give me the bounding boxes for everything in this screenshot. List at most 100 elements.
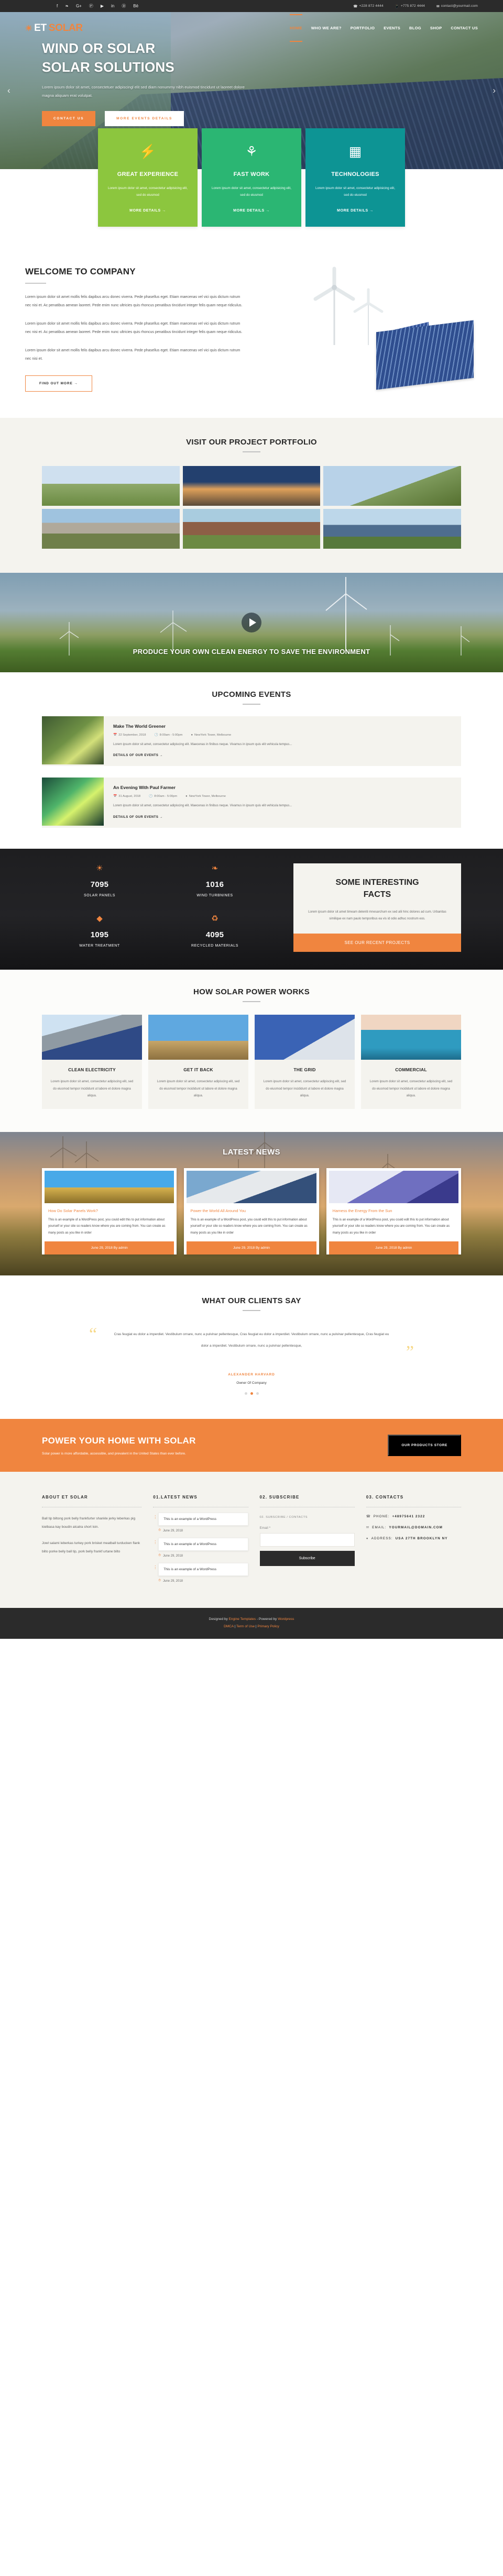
legal-links: DMCA | Term of Use | Primary Policy	[224, 1625, 279, 1629]
title-underline	[243, 1001, 260, 1003]
subscribe-button[interactable]: Subscribe	[259, 1551, 355, 1567]
portfolio-section: Visit Our Project Portfolio	[0, 417, 503, 573]
nav-item-portfolio[interactable]: PORTFOLIO	[351, 20, 375, 36]
products-store-button[interactable]: Our Products Store	[388, 1435, 461, 1457]
news-card-excerpt: This is an example of a WordPress post, …	[190, 1218, 308, 1235]
top-email[interactable]: ✉ contact@yourmail.com	[436, 4, 478, 8]
site-footer: About ET Solar Ball tip biltong pork bel…	[0, 1472, 503, 1608]
testimonial-dot[interactable]	[244, 1392, 247, 1395]
news-card-meta[interactable]: June 29, 2018 By admin	[45, 1241, 174, 1254]
recycle-icon: ♻	[211, 914, 218, 923]
google-plus-icon[interactable]: G+	[76, 4, 82, 8]
news-card-title[interactable]: How Do Solar Panels Work?	[48, 1208, 170, 1213]
footer-news-heading: 01.Latest News	[153, 1495, 198, 1500]
news-card[interactable]: Harness the Energy From the Sun This is a…	[326, 1168, 461, 1254]
footer-news-list: This is an example of a WordPress ⏱June 2…	[153, 1513, 248, 1583]
news-card[interactable]: How Do Solar Panels Work? This is an exam…	[42, 1168, 177, 1254]
youtube-icon[interactable]: ▶	[101, 4, 104, 8]
events-section: Upcoming Events Make The World Greener 📅 2…	[0, 672, 503, 849]
contact-us-button[interactable]: Contact Us	[42, 111, 96, 127]
event-details-link[interactable]: DETAILS OF OUR EVENTS →	[113, 816, 163, 819]
news-card-title[interactable]: Power the World All Around You	[190, 1208, 312, 1213]
nav-item-who-we-are[interactable]: WHO WE ARE?	[311, 20, 342, 36]
footer-subscribe-column: 02. Subscribe 02. SUBSCRIBE / CONTACTS E…	[259, 1495, 355, 1583]
event-thumbnail	[42, 716, 104, 764]
portfolio-item[interactable]	[182, 508, 321, 549]
news-card[interactable]: Power the World All Around You This is an…	[184, 1168, 319, 1254]
news-card-meta[interactable]: June 29, 2018 By admin	[187, 1241, 316, 1254]
site-logo[interactable]: ☀ ET SOLAR	[25, 23, 83, 34]
news-card-excerpt: This is an example of a WordPress post, …	[48, 1218, 166, 1235]
footer-news-title[interactable]: This is an example of a WordPress	[158, 1513, 248, 1526]
hero-buttons: Contact Us More Events Details	[42, 111, 503, 127]
wordpress-link[interactable]: Wordpress	[278, 1617, 294, 1621]
testimonial-dot[interactable]	[250, 1392, 253, 1395]
email-field-label: Email *	[259, 1526, 271, 1530]
footer-phone-line: ☎ PHONE: +48975641 2322	[366, 1515, 461, 1518]
nav-item-blog[interactable]: BLOG	[409, 20, 421, 36]
testimonial-dot[interactable]	[256, 1392, 259, 1395]
footer-about-p2: Jowl salami leberkas turkey pork brisket…	[42, 1541, 140, 1553]
footer-news-title[interactable]: This is an example of a WordPress	[158, 1563, 248, 1576]
how-card-image	[255, 1015, 355, 1060]
top-phone-1-value: +228 872 4444	[359, 4, 384, 8]
portfolio-item[interactable]	[42, 465, 180, 506]
footer-news-title[interactable]: This is an example of a WordPress	[158, 1538, 248, 1551]
legal-link-dmca[interactable]: DMCA	[224, 1625, 234, 1628]
hero-prev-arrow[interactable]: ‹	[7, 85, 10, 96]
engine-templates-link[interactable]: Engine Templates	[229, 1617, 256, 1621]
feature-more-details-link[interactable]: MORE DETAILS →	[337, 209, 374, 213]
map-pin-icon: ●	[191, 733, 193, 737]
portfolio-item[interactable]	[182, 465, 321, 506]
footer-news-item: This is an example of a WordPress ⏱June 2…	[153, 1538, 248, 1558]
main-navigation[interactable]: HOME WHO WE ARE? PORTFOLIO EVENTS BLOG SHOP CO…	[290, 14, 478, 42]
event-details-link[interactable]: DETAILS OF OUR EVENTS →	[113, 754, 163, 757]
counter-item: ♻ 4095 Recycled Materials	[157, 914, 272, 952]
testimonial-author: Alexander Harvard Owner Of Company	[0, 1373, 503, 1385]
portfolio-item[interactable]	[323, 465, 461, 506]
see-recent-projects-button[interactable]: See Our Recent Projects	[293, 934, 461, 952]
dribbble-icon[interactable]: Ⓓ	[122, 4, 126, 8]
news-card-excerpt: This is an example of a WordPress post, …	[332, 1218, 450, 1235]
envelope-icon: ✉	[436, 4, 440, 8]
find-out-more-button[interactable]: FIND OUT MORE →	[25, 375, 92, 392]
news-card-title[interactable]: Harness the Energy From the Sun	[333, 1208, 455, 1213]
play-button[interactable]	[242, 612, 261, 632]
event-title: Make The World Greener	[113, 723, 166, 729]
map-pin-icon: ●	[366, 1537, 369, 1541]
feature-more-details-link[interactable]: MORE DETAILS →	[233, 209, 270, 213]
nav-item-events[interactable]: EVENTS	[384, 20, 400, 36]
testimonials-section: What Our Clients Say “ Cras feugiat eu d…	[0, 1275, 503, 1419]
top-email-value: contact@yourmail.com	[441, 4, 478, 8]
counter-label: Water Treatment	[79, 943, 120, 948]
play-triangle-icon	[249, 618, 256, 627]
cta-banner: Power Your Home With Solar Solar power i…	[0, 1419, 503, 1472]
social-links: f ❧ G+ Ⓟ ▶ in Ⓓ Bē	[57, 4, 138, 8]
legal-link-primary-policy[interactable]: Primary Policy	[257, 1625, 279, 1628]
how-card-title: Clean Electricity	[68, 1067, 116, 1073]
how-card: The Grid Lorem ipsum dolor sit amet, cons…	[255, 1015, 355, 1109]
footer-news-item: This is an example of a WordPress ⏱June 2…	[153, 1513, 248, 1533]
more-events-details-button[interactable]: More Events Details	[105, 111, 184, 127]
portfolio-item[interactable]	[42, 508, 180, 549]
linkedin-icon[interactable]: in	[111, 4, 114, 8]
news-card-meta[interactable]: June 29, 2018 By admin	[329, 1241, 458, 1254]
nav-item-shop[interactable]: SHOP	[430, 20, 442, 36]
how-card-text: Lorem ipsum dolor sit amet, consectetur …	[157, 1080, 240, 1097]
behance-icon[interactable]: Bē	[133, 4, 138, 8]
event-location: ● NewYork Tower, Melbourne	[191, 733, 232, 737]
pinterest-icon[interactable]: Ⓟ	[89, 4, 93, 8]
portfolio-item[interactable]	[323, 508, 461, 549]
twitter-icon[interactable]: ❧	[65, 4, 69, 8]
envelope-icon: ✉	[366, 1526, 370, 1530]
subscribe-email-input[interactable]	[259, 1533, 355, 1547]
video-banner: Produce Your Own Clean Energy To Save Th…	[0, 572, 503, 672]
nav-item-home[interactable]: HOME	[290, 14, 302, 42]
nav-item-contact-us[interactable]: CONTACT US	[451, 20, 478, 36]
facebook-icon[interactable]: f	[57, 4, 58, 8]
feature-more-details-link[interactable]: MORE DETAILS →	[129, 209, 166, 213]
hero-next-arrow[interactable]: ›	[493, 85, 496, 96]
top-phone-1[interactable]: ☎ +228 872 4444	[353, 4, 383, 8]
legal-link-term-of-use[interactable]: Term of Use	[236, 1625, 255, 1628]
top-phone-2[interactable]: 📱 +775 872 4444	[395, 4, 425, 8]
